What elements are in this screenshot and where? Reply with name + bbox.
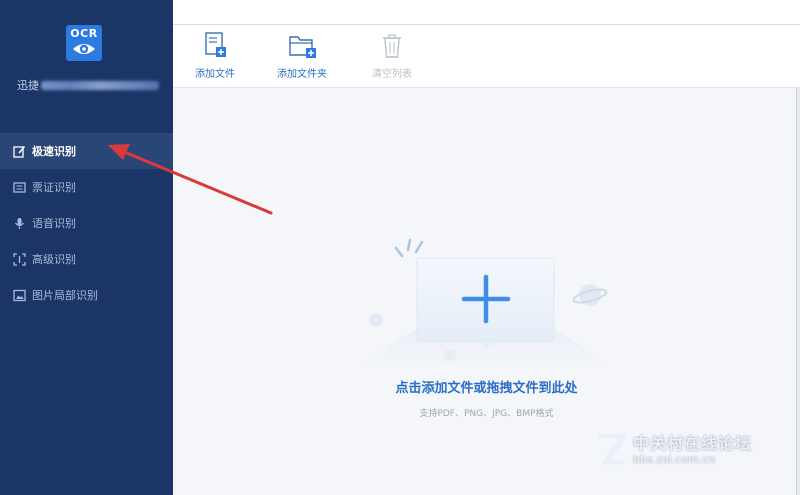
sidebar-item-label: 票证识别 bbox=[32, 181, 76, 194]
clear-list-label: 清空列表 bbox=[372, 69, 412, 80]
add-file-icon bbox=[203, 31, 227, 59]
sidebar-item-label: 极速识别 bbox=[32, 145, 76, 158]
supported-formats-text: 支持PDF、PNG、JPG、BMP格式 bbox=[419, 409, 554, 419]
user-name-redacted bbox=[41, 80, 159, 90]
image-crop-icon bbox=[13, 289, 26, 302]
add-folder-label: 添加文件夹 bbox=[277, 69, 327, 80]
title-bar bbox=[173, 0, 800, 25]
sidebar-item-label: 图片局部识别 bbox=[32, 289, 98, 302]
sidebar-item-label: 语音识别 bbox=[32, 217, 76, 230]
user-name-text: 迅捷 bbox=[17, 79, 39, 92]
eye-icon bbox=[73, 44, 95, 54]
watermark-logo-icon bbox=[599, 433, 628, 465]
add-file-button[interactable]: 添加文件 bbox=[195, 31, 235, 80]
sidebar-item-advanced-recognition[interactable]: 高级识别 bbox=[0, 241, 173, 277]
app-logo: OCR bbox=[66, 25, 102, 61]
add-file-label: 添加文件 bbox=[195, 69, 235, 80]
clear-list-button[interactable]: 清空列表 bbox=[372, 31, 412, 80]
watermark: 中关村在线论坛 bbs.zol.com.cn bbox=[593, 428, 793, 472]
drop-hint-text: 点击添加文件或拖拽文件到此处 bbox=[395, 381, 578, 396]
add-folder-icon bbox=[287, 31, 317, 59]
sidebar-item-partial-image-recognition[interactable]: 图片局部识别 bbox=[0, 277, 173, 313]
drop-illustration[interactable] bbox=[340, 228, 630, 373]
trash-icon bbox=[381, 31, 403, 59]
toolbar: 添加文件 添加文件夹 清空列表 bbox=[173, 25, 800, 88]
ticket-icon bbox=[13, 181, 26, 194]
sidebar: OCR 迅捷 极速识别 票证识别 语音识别 高级识别 图片局部识别 bbox=[0, 0, 173, 495]
watermark-site: 中关村在线论坛 bbox=[633, 434, 753, 453]
user-name: 迅捷 bbox=[17, 77, 159, 93]
vertical-scrollbar[interactable] bbox=[796, 88, 800, 495]
sidebar-item-label: 高级识别 bbox=[32, 253, 76, 266]
annotation-arrow bbox=[108, 144, 273, 215]
edit-document-icon bbox=[13, 145, 26, 158]
logo-text: OCR bbox=[70, 27, 98, 40]
add-folder-button[interactable]: 添加文件夹 bbox=[277, 31, 327, 80]
microphone-icon bbox=[13, 217, 26, 230]
watermark-url: bbs.zol.com.cn bbox=[633, 453, 716, 466]
scan-frame-icon bbox=[13, 252, 26, 266]
